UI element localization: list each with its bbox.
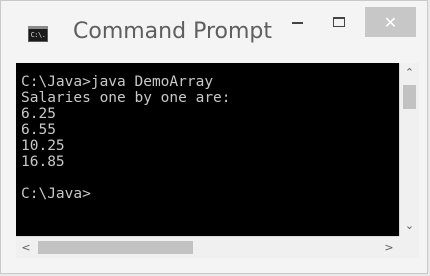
console-line: C:\Java>java DemoArray [21,74,214,90]
horizontal-scroll-thumb[interactable] [38,241,193,254]
minimize-button[interactable] [276,7,318,37]
close-button[interactable]: ✕ [365,7,416,37]
cmd-icon[interactable]: C:\. [28,26,48,42]
scroll-right-icon[interactable]: > [379,237,399,258]
minimize-icon [291,22,303,24]
scroll-down-icon[interactable]: ⌄ [400,216,419,236]
vertical-scroll-thumb[interactable] [403,85,416,109]
window-title: Command Prompt [73,19,272,44]
console-line: 6.25 [21,106,56,122]
scroll-up-icon[interactable]: ⌃ [400,63,419,83]
maximize-icon [333,17,345,27]
scroll-left-icon[interactable]: < [16,237,36,258]
console-line: 10.25 [21,138,65,154]
close-icon: ✕ [383,12,398,32]
maximize-button[interactable] [318,7,360,37]
console-line: 6.55 [21,122,56,138]
command-prompt-window: C:\. Command Prompt ✕ C:\Java>java DemoA… [0,0,428,274]
scrollbar-corner [399,236,419,258]
console-line: C:\Java> [21,186,91,202]
horizontal-scrollbar[interactable]: < > [16,236,399,258]
console-line: 16.85 [21,154,65,170]
vertical-scrollbar[interactable]: ⌃ ⌄ [399,63,419,236]
title-bar[interactable]: C:\. Command Prompt ✕ [1,1,427,63]
console-line: Salaries one by one are: [21,90,231,106]
console-text: C:\Java>java DemoArray Salaries one by o… [16,63,399,202]
console-output[interactable]: C:\Java>java DemoArray Salaries one by o… [16,63,399,236]
